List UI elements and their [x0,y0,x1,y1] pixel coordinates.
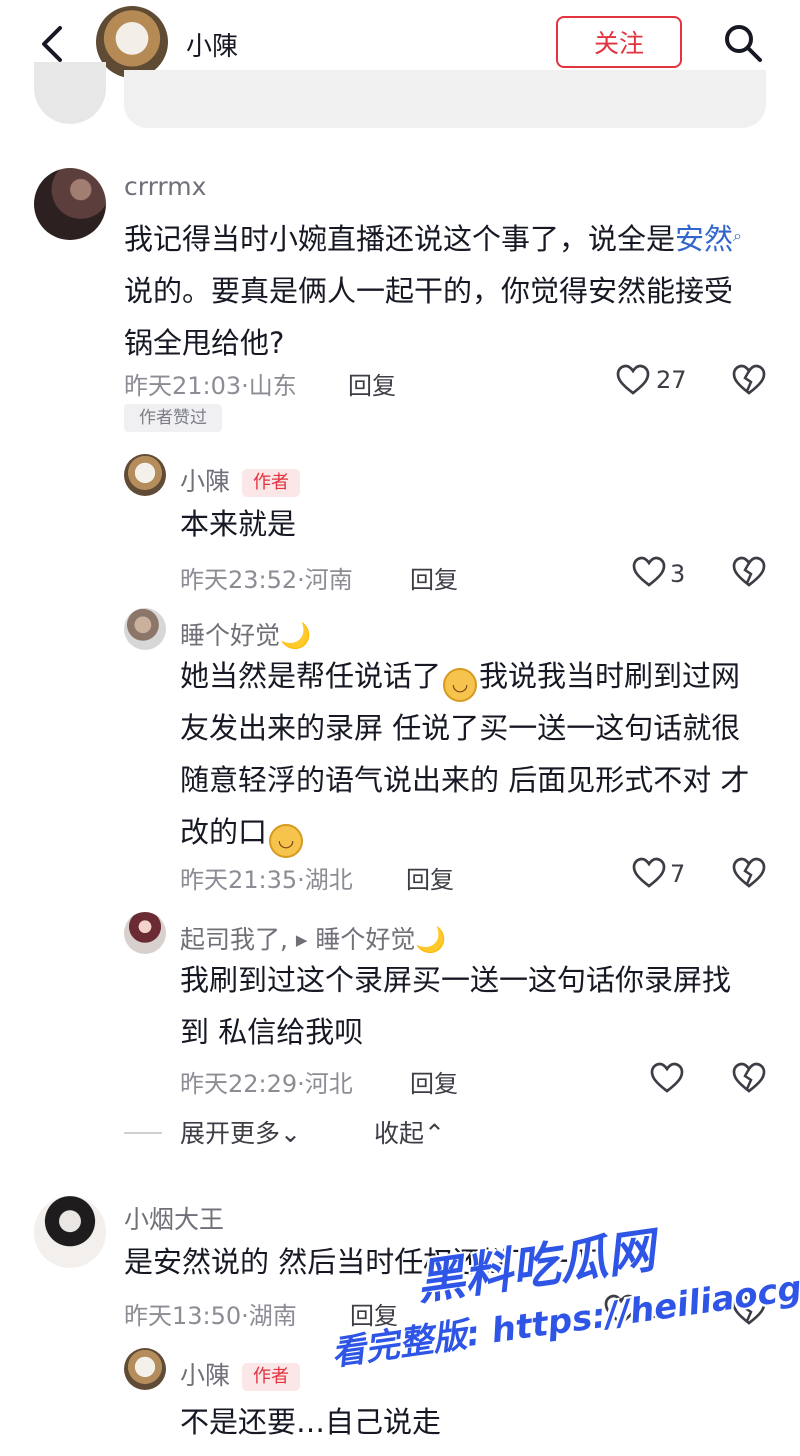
reply-avatar[interactable] [124,454,166,496]
reply-text: 不是还要…自己说走 [180,1405,442,1439]
reply-button[interactable]: 回复 [410,560,458,595]
linked-keyword[interactable]: 安然 [675,222,733,256]
reply-button[interactable]: 回复 [410,1064,458,1099]
search-icon[interactable] [720,20,766,66]
expand-more-button[interactable]: 展开更多⌄ [180,1114,301,1150]
follow-button[interactable]: 关注 [556,16,682,68]
heart-icon[interactable] [632,857,666,889]
collapse-button[interactable]: 收起⌃ [374,1114,445,1150]
moon-emoji: 🌙 [415,925,447,954]
heart-icon[interactable] [650,1062,684,1094]
reply-author-name[interactable]: 小陳 [180,1361,230,1390]
commenter-name[interactable]: 小烟大王 [124,1200,224,1236]
reply-author-row: 小陳 作者 [180,1356,301,1392]
header-avatar[interactable] [96,6,168,78]
author-tag: 作者 [242,469,301,497]
like-count: 3 [670,560,686,588]
previous-comment-avatar [34,62,106,124]
broken-heart-icon[interactable] [732,364,766,396]
comment-text-prefix: 我记得当时小婉直播还说这个事了，说全是 [124,222,676,256]
reply-avatar[interactable] [124,912,166,954]
keyword-search-icon[interactable]: ⌕ [733,226,742,245]
like-count: 7 [670,860,686,888]
previous-comment-box [124,70,766,128]
reply-time-location: 昨天22:29·河北 [180,1070,353,1098]
reply-time-location: 昨天21:35·湖北 [180,866,353,894]
header-username[interactable]: 小陳 [186,26,238,63]
site-watermark: 黑料吃瓜网 看完整版: https://heiliaocg13.com [329,1196,800,1403]
sweat-smile-emoji: ◡ [269,823,304,858]
reply-button[interactable]: 回复 [348,366,396,401]
reply-text: 我刷到过这个录屏买一送一这句话你录屏找到 私信给我呗 [180,963,732,1049]
comment-time-location: 昨天21:03·山东 [124,372,297,400]
reply-to-name[interactable]: 睡个好觉 [315,925,415,954]
moon-emoji: 🌙 [280,621,312,650]
sweat-smile-emoji: ◡ [443,667,478,702]
back-arrow-icon[interactable] [34,22,74,66]
reply-author-name[interactable]: 小陳 [180,467,230,496]
like-count: 27 [656,366,687,394]
reply-author-name[interactable]: 起司我了, [180,925,288,954]
reply-avatar[interactable] [124,608,166,650]
commenter-avatar[interactable] [34,168,106,240]
reply-author-row: 小陳 作者 [180,462,301,498]
chevron-up-icon: ⌃ [424,1119,445,1148]
reply-author-row: 起司我了, ▶ 睡个好觉🌙 [180,920,447,956]
reply-time-location: 昨天23:52·河南 [180,566,353,594]
comment-time-location: 昨天13:50·湖南 [124,1302,297,1330]
reply-text: 本来就是 [180,507,297,541]
expand-more-label: 展开更多 [180,1119,281,1148]
heart-icon[interactable] [632,556,666,588]
collapse-label: 收起 [374,1119,425,1148]
reply-text-part1: 她当然是帮任说话了 [180,659,442,693]
reply-avatar[interactable] [124,1348,166,1390]
heart-icon[interactable] [616,364,650,396]
thread-divider [124,1132,162,1134]
comment-text-suffix: 说的。要真是俩人一起干的，你觉得安然能接受锅全甩给他? [124,274,734,360]
broken-heart-icon[interactable] [732,857,766,889]
reply-to-arrow-icon: ▶ [295,931,308,949]
reply-button[interactable]: 回复 [406,860,454,895]
commenter-avatar[interactable] [34,1196,106,1268]
commenter-name[interactable]: crrrmx [124,172,206,201]
reply-author-name[interactable]: 睡个好觉 [180,621,280,650]
chevron-down-icon: ⌄ [280,1119,301,1148]
reply-text: 她当然是帮任说话了 ◡ 我说我当时刷到过网友发出来的录屏 任说了买一送一这句话就很随… [180,650,765,858]
reply-author-row: 睡个好觉🌙 [180,616,311,652]
broken-heart-icon[interactable] [732,556,766,588]
broken-heart-icon[interactable] [732,1062,766,1094]
comment-text: 我记得当时小婉直播还说这个事了，说全是安然⌕ 说的。要真是俩人一起干的，你觉得安然… [124,210,744,369]
author-tag: 作者 [242,1363,301,1391]
author-liked-badge: 作者赞过 [124,404,222,432]
